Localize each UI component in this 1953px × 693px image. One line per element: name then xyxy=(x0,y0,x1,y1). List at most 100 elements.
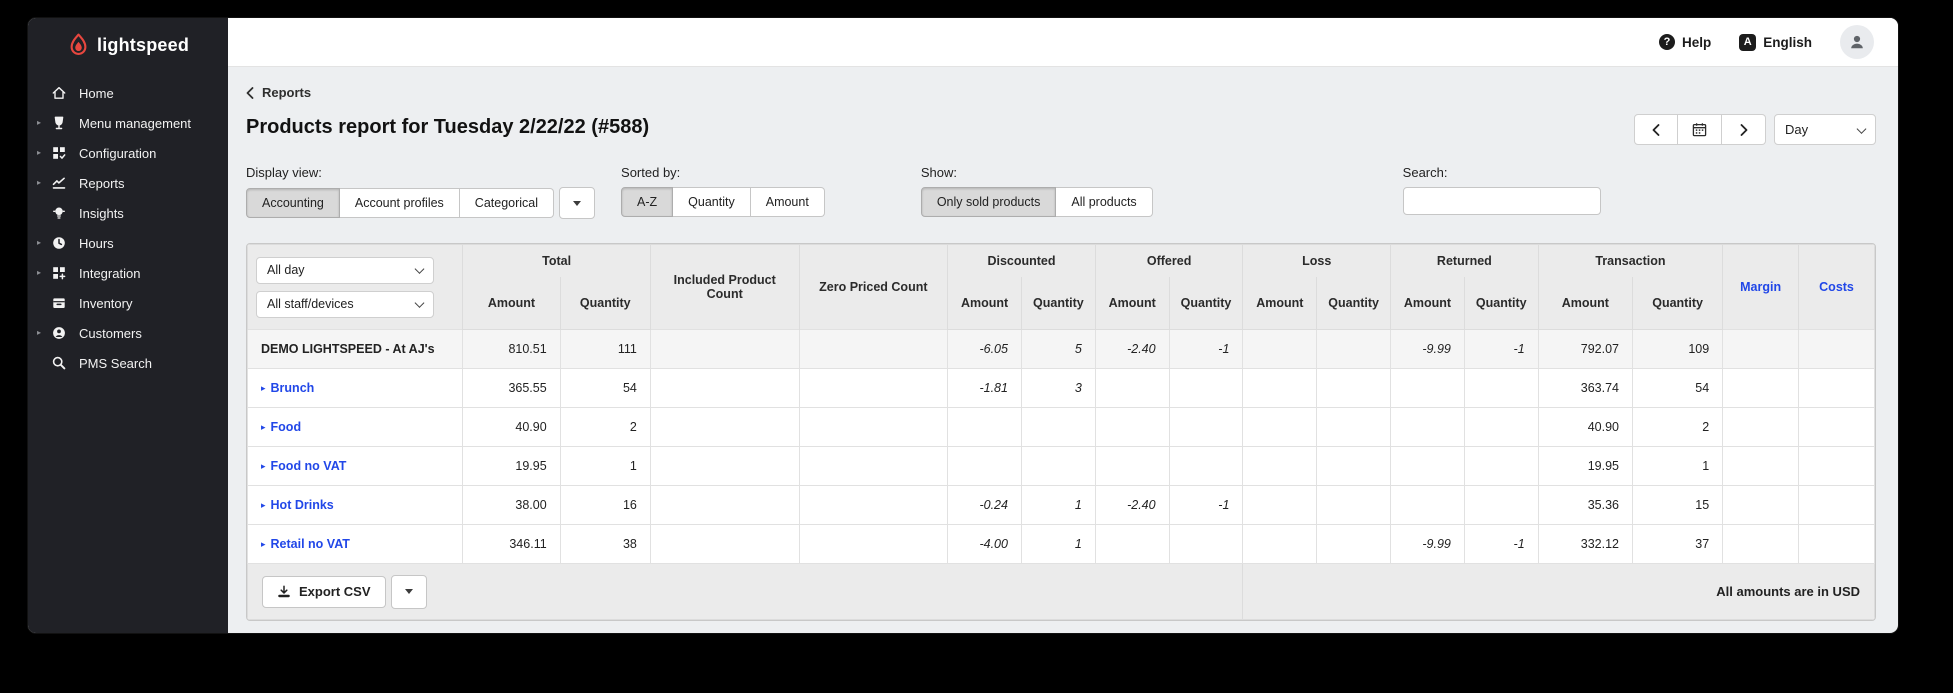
category-link[interactable]: Food xyxy=(271,420,302,434)
row-label: DEMO LIGHTSPEED - At AJ's xyxy=(247,329,464,369)
search-filter: Search: xyxy=(1402,165,1601,219)
table-cell: 38 xyxy=(559,524,651,564)
time-filter-select[interactable]: All day xyxy=(256,256,434,284)
category-link[interactable]: Brunch xyxy=(271,381,315,395)
breadcrumb[interactable]: Reports xyxy=(246,85,311,100)
sidebar-item-integration[interactable]: ▸ Integration xyxy=(28,258,228,288)
help-button[interactable]: ? Help xyxy=(1658,34,1711,50)
table-cell: 792.07 xyxy=(1537,329,1633,369)
table-cell xyxy=(1168,368,1244,408)
page-title: Products report for Tuesday 2/22/22 (#58… xyxy=(246,116,650,138)
title-row: Products report for Tuesday 2/22/22 (#58… xyxy=(246,114,1876,145)
sidebar-item-hours[interactable]: ▸ Hours xyxy=(28,228,228,258)
category-link[interactable]: Hot Drinks xyxy=(271,498,334,512)
chevron-right-icon: ▸ xyxy=(37,268,42,277)
sidebar-item-label: Integration xyxy=(79,265,141,281)
sidebar-item-label: PMS Search xyxy=(79,355,152,371)
next-day-button[interactable] xyxy=(1722,114,1766,145)
sidebar-item-configuration[interactable]: ▸ Configuration xyxy=(28,138,228,168)
sidebar-item-pms-search[interactable]: PMS Search xyxy=(28,348,228,378)
table-cell xyxy=(947,407,1022,447)
column-costs-toggle[interactable]: Costs xyxy=(1798,244,1875,330)
export-options-button[interactable] xyxy=(390,574,427,609)
sidebar-item-insights[interactable]: Insights xyxy=(28,198,228,228)
sidebar-item-inventory[interactable]: Inventory xyxy=(28,288,228,318)
sort-quantity-button[interactable]: Quantity xyxy=(673,187,751,217)
subcolumn-transaction-amount: Amount xyxy=(1537,277,1633,330)
table-cell: -6.05 xyxy=(947,329,1022,369)
sidebar-item-label: Insights xyxy=(79,205,124,221)
table-cell xyxy=(649,329,800,369)
display-view-more-button[interactable] xyxy=(559,187,596,219)
table-footer-row: Export CSV All amounts are in USD xyxy=(247,563,1875,620)
column-margin-toggle[interactable]: Margin xyxy=(1722,244,1800,330)
chevron-right-icon: ▸ xyxy=(37,118,42,127)
category-link[interactable]: Retail no VAT xyxy=(271,537,350,551)
sidebar-item-customers[interactable]: ▸ Customers xyxy=(28,318,228,348)
table-cell: -1 xyxy=(1463,329,1539,369)
table-cell: 810.51 xyxy=(462,329,561,369)
staff-filter-select[interactable]: All staff/devices xyxy=(256,290,434,318)
subcolumn-loss-amount: Amount xyxy=(1242,277,1318,330)
sidebar-item-reports[interactable]: ▸ Reports xyxy=(28,168,228,198)
export-csv-button[interactable]: Export CSV xyxy=(262,575,386,608)
filters-row: Display view: Accounting Account profile… xyxy=(246,165,1876,219)
sidebar-item-menu-management[interactable]: ▸ Menu management xyxy=(28,108,228,138)
user-avatar[interactable] xyxy=(1840,25,1874,59)
table-cell xyxy=(1242,446,1318,486)
sidebar-item-label: Menu management xyxy=(79,115,192,131)
table-cell xyxy=(649,368,800,408)
chevron-left-icon xyxy=(1652,123,1660,136)
table-cell: 1 xyxy=(559,446,651,486)
table-row: ▸ Food no VAT 19.95 1 19.95 1 xyxy=(247,446,1875,486)
display-view-categorical-button[interactable]: Categorical xyxy=(459,188,555,218)
category-cell: ▸ Retail no VAT xyxy=(247,524,464,564)
expand-triangle-icon: ▸ xyxy=(261,500,266,510)
search-input[interactable] xyxy=(1402,187,1601,215)
table-cell xyxy=(649,407,800,447)
language-button[interactable]: A English xyxy=(1739,33,1812,51)
sort-amount-button[interactable]: Amount xyxy=(750,187,825,217)
table-cell xyxy=(798,446,949,486)
expand-triangle-icon: ▸ xyxy=(261,383,266,393)
subcolumn-total-amount: Amount xyxy=(462,277,561,330)
table-cell: -9.99 xyxy=(1390,524,1465,564)
table-cell: 332.12 xyxy=(1537,524,1633,564)
table-cell xyxy=(1798,524,1875,564)
home-icon xyxy=(50,85,68,101)
sort-az-button[interactable]: A-Z xyxy=(621,187,674,217)
caret-down-icon xyxy=(573,200,582,206)
table-cell xyxy=(649,485,800,525)
date-controls: Day xyxy=(1634,114,1876,145)
show-all-products-button[interactable]: All products xyxy=(1056,187,1153,217)
table-cell: 346.11 xyxy=(462,524,561,564)
category-cell: ▸ Food no VAT xyxy=(247,446,464,486)
language-label: English xyxy=(1763,34,1812,50)
column-group-transaction: Transaction xyxy=(1537,244,1724,277)
table-cell xyxy=(798,368,949,408)
calendar-button[interactable] xyxy=(1678,114,1722,145)
table-cell: -1 xyxy=(1168,485,1244,525)
display-view-account-profiles-button[interactable]: Account profiles xyxy=(339,188,460,218)
sidebar-item-label: Customers xyxy=(79,325,142,341)
app-window: lightspeed Home ▸ Menu management ▸ Conf… xyxy=(28,18,1898,633)
prev-day-button[interactable] xyxy=(1634,114,1678,145)
display-view-accounting-button[interactable]: Accounting xyxy=(246,188,340,218)
table-cell xyxy=(798,485,949,525)
table-row: ▸ Brunch 365.55 54 -1.81 3 363.74 54 xyxy=(247,368,1875,408)
table-cell xyxy=(1168,524,1244,564)
table-cell xyxy=(1390,446,1465,486)
subcolumn-discounted-amount: Amount xyxy=(947,277,1022,330)
inventory-icon xyxy=(50,295,68,311)
period-select[interactable]: Day xyxy=(1774,114,1876,145)
table-cell: 38.00 xyxy=(462,485,561,525)
column-group-discounted: Discounted xyxy=(947,244,1096,277)
sidebar-item-label: Inventory xyxy=(79,295,133,311)
expand-triangle-icon: ▸ xyxy=(261,461,266,471)
show-only-sold-button[interactable]: Only sold products xyxy=(920,187,1057,217)
table-cell xyxy=(1242,485,1318,525)
show-filter: Show: Only sold products All products xyxy=(920,165,1153,219)
category-link[interactable]: Food no VAT xyxy=(271,459,347,473)
lightspeed-flame-icon xyxy=(68,33,89,58)
sidebar-item-home[interactable]: Home xyxy=(28,78,228,108)
